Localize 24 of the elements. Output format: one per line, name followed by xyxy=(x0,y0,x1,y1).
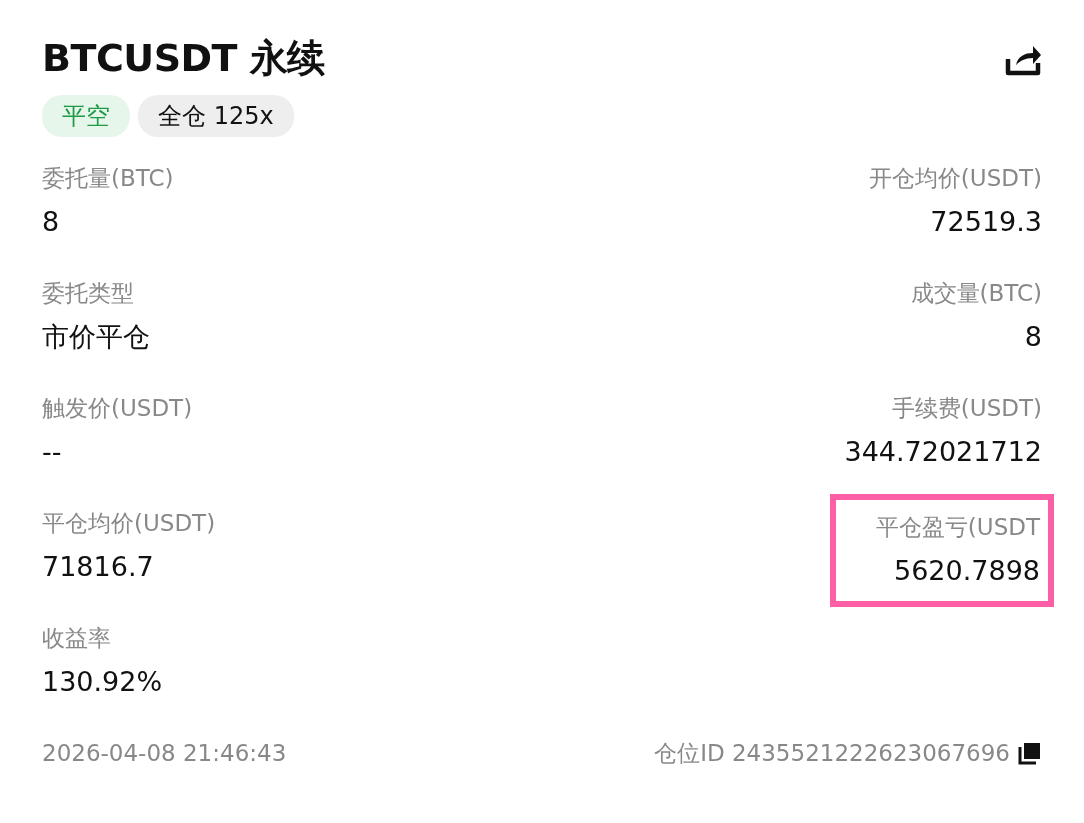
field-value: 8 xyxy=(1024,319,1042,354)
timestamp: 2026-04-08 21:46:43 xyxy=(42,739,287,768)
field-value: 72519.3 xyxy=(930,204,1042,239)
field-label: 成交量(BTC) xyxy=(910,279,1042,308)
field-value: 71816.7 xyxy=(42,549,155,584)
page-title: BTCUSDT 永续 xyxy=(42,35,325,82)
field-label: 委托量(BTC) xyxy=(42,164,175,193)
field-value: 市价平仓 xyxy=(42,319,151,354)
position-id: 仓位ID 2435521222623067696 xyxy=(654,739,1010,768)
field-value: 8 xyxy=(42,204,61,239)
copy-icon[interactable] xyxy=(1018,741,1042,766)
side-tag: 平空 xyxy=(42,95,130,137)
field-value: -- xyxy=(42,434,63,469)
field-label: 收益率 xyxy=(42,624,112,653)
field-label: 手续费(USDT) xyxy=(891,394,1042,423)
field-label: 开仓均价(USDT) xyxy=(868,164,1042,193)
field-label: 平仓盈亏(USDT xyxy=(875,513,1040,542)
field-value: 344.72021712 xyxy=(844,434,1042,469)
field-label: 平仓均价(USDT) xyxy=(42,509,216,538)
field-value: 130.92% xyxy=(42,664,164,699)
field-label: 触发价(USDT) xyxy=(42,394,194,423)
margin-tag: 全仓 125x xyxy=(138,95,294,137)
field-label: 委托类型 xyxy=(42,279,135,308)
field-value: 5620.7898 xyxy=(894,553,1040,588)
